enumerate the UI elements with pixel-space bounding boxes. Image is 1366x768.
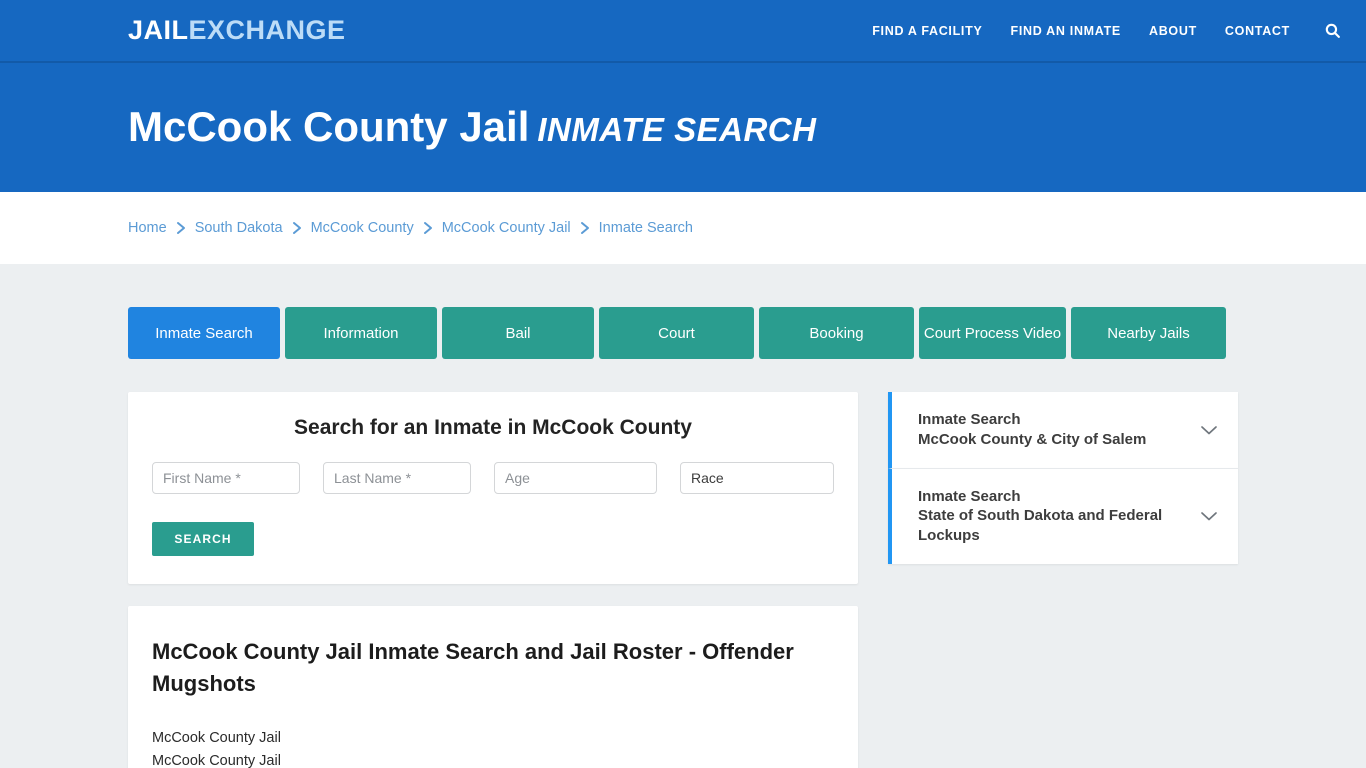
accordion-subtitle: McCook County & City of Salem bbox=[918, 430, 1147, 448]
accordion-title: Inmate Search bbox=[918, 411, 1021, 428]
page-banner: McCook County Jail INMATE SEARCH bbox=[0, 63, 1366, 192]
accordion-inmate-search-county[interactable]: Inmate Search McCook County & City of Sa… bbox=[888, 392, 1238, 468]
tab-nearby-jails[interactable]: Nearby Jails bbox=[1071, 307, 1226, 359]
breadcrumb-item-south-dakota[interactable]: South Dakota bbox=[195, 220, 283, 236]
article-card: McCook County Jail Inmate Search and Jai… bbox=[128, 606, 858, 768]
main-navigation: FIND A FACILITY FIND AN INMATE ABOUT CON… bbox=[872, 21, 1342, 41]
accordion-label: Inmate Search State of South Dakota and … bbox=[918, 487, 1186, 546]
accordion-label: Inmate Search McCook County & City of Sa… bbox=[918, 410, 1186, 450]
search-form-heading: Search for an Inmate in McCook County bbox=[294, 416, 692, 439]
chevron-right-icon bbox=[423, 221, 433, 235]
article-body: McCook County Jail McCook County Jail bbox=[152, 727, 834, 768]
site-logo[interactable]: JAILEXCHANGE bbox=[128, 17, 346, 44]
breadcrumb-item-home[interactable]: Home bbox=[128, 220, 167, 236]
chevron-down-icon[interactable] bbox=[1198, 505, 1220, 527]
logo-text-secondary: EXCHANGE bbox=[188, 15, 346, 45]
article-heading: McCook County Jail Inmate Search and Jai… bbox=[152, 639, 794, 696]
logo-text-primary: JAIL bbox=[128, 15, 189, 45]
chevron-right-icon bbox=[176, 221, 186, 235]
accordion-subtitle: State of South Dakota and Federal Lockup… bbox=[918, 507, 1163, 545]
site-header: JAILEXCHANGE FIND A FACILITY FIND AN INM… bbox=[0, 0, 1366, 63]
tab-court[interactable]: Court bbox=[599, 307, 754, 359]
content-columns: Search for an Inmate in McCook County Ra… bbox=[128, 359, 1238, 768]
chevron-down-icon[interactable] bbox=[1198, 419, 1220, 441]
breadcrumb: Home South Dakota McCook County McCook C… bbox=[128, 220, 693, 236]
nav-item-find-a-facility[interactable]: FIND A FACILITY bbox=[872, 24, 982, 38]
breadcrumb-item-inmate-search: Inmate Search bbox=[598, 220, 693, 236]
breadcrumb-item-mccook-county-jail[interactable]: McCook County Jail bbox=[442, 220, 571, 236]
inmate-search-card: Search for an Inmate in McCook County Ra… bbox=[128, 392, 858, 584]
chevron-right-icon bbox=[292, 221, 302, 235]
search-fields-row: Race bbox=[152, 462, 834, 494]
search-icon[interactable] bbox=[1322, 21, 1342, 41]
last-name-input[interactable] bbox=[323, 462, 471, 494]
age-input[interactable] bbox=[494, 462, 657, 494]
page-title-sub: INMATE SEARCH bbox=[537, 111, 817, 149]
main-column: Search for an Inmate in McCook County Ra… bbox=[128, 392, 858, 768]
first-name-input[interactable] bbox=[152, 462, 300, 494]
breadcrumb-item-mccook-county[interactable]: McCook County bbox=[311, 220, 414, 236]
tab-inmate-search[interactable]: Inmate Search bbox=[128, 307, 280, 359]
accordion-inmate-search-state[interactable]: Inmate Search State of South Dakota and … bbox=[888, 467, 1238, 564]
page-body: Inmate Search Information Bail Court Boo… bbox=[0, 264, 1366, 768]
nav-item-find-an-inmate[interactable]: FIND AN INMATE bbox=[1010, 24, 1120, 38]
tab-information[interactable]: Information bbox=[285, 307, 437, 359]
article-line-1: McCook County Jail bbox=[152, 729, 281, 746]
tab-bail[interactable]: Bail bbox=[442, 307, 594, 359]
chevron-right-icon bbox=[580, 221, 590, 235]
tab-court-process-video[interactable]: Court Process Video bbox=[919, 307, 1066, 359]
article-line-2: McCook County Jail bbox=[152, 752, 281, 768]
page-title: McCook County Jail INMATE SEARCH bbox=[128, 104, 816, 150]
nav-item-about[interactable]: ABOUT bbox=[1149, 24, 1197, 38]
search-submit-button[interactable]: SEARCH bbox=[152, 522, 254, 556]
tab-booking[interactable]: Booking bbox=[759, 307, 914, 359]
facility-tabs: Inmate Search Information Bail Court Boo… bbox=[128, 264, 1238, 359]
page-title-main: McCook County Jail bbox=[128, 103, 530, 151]
nav-item-contact[interactable]: CONTACT bbox=[1225, 24, 1290, 38]
race-select[interactable]: Race bbox=[680, 462, 834, 494]
sidebar: Inmate Search McCook County & City of Sa… bbox=[888, 392, 1238, 768]
breadcrumb-bar: Home South Dakota McCook County McCook C… bbox=[0, 192, 1366, 264]
accordion-title: Inmate Search bbox=[918, 487, 1021, 505]
